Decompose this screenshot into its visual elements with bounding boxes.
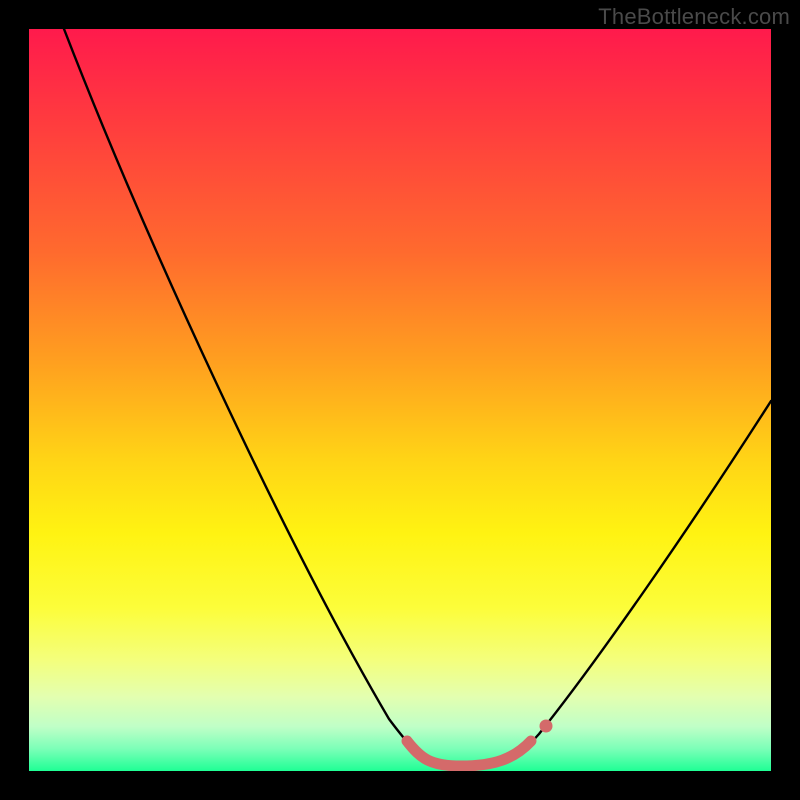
marker-dot-pink: [540, 720, 553, 733]
curve-path: [64, 29, 771, 766]
bottleneck-curve: [29, 29, 771, 771]
plot-area: [29, 29, 771, 771]
watermark-text: TheBottleneck.com: [598, 4, 790, 30]
flat-region-pink: [407, 741, 531, 766]
